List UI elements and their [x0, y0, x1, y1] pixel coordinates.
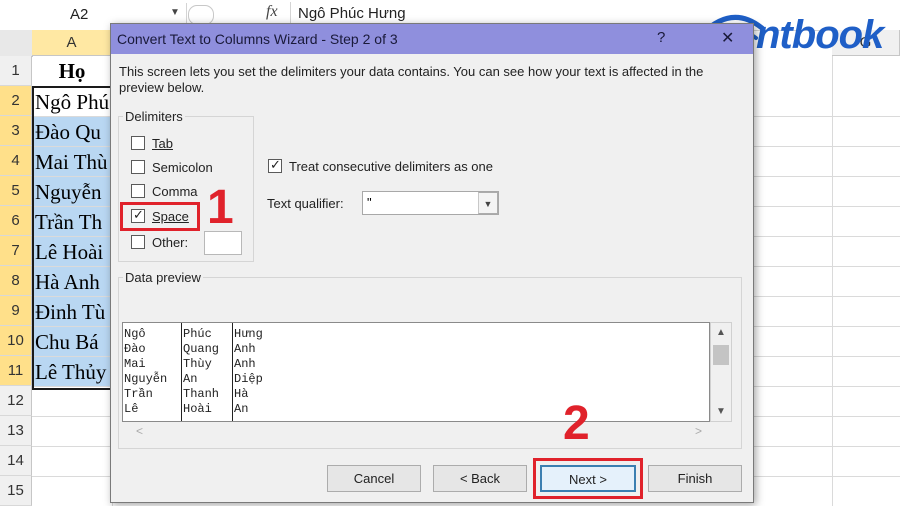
data-preview-label: Data preview [123, 270, 203, 285]
annotation-highlight-next [533, 458, 643, 499]
name-box-value: A2 [70, 6, 89, 23]
row-header-14[interactable]: 14 [0, 446, 32, 476]
column-divider [232, 323, 233, 421]
chevron-down-icon[interactable]: ▼ [478, 192, 498, 214]
check-icon: ✓ [270, 157, 281, 172]
consecutive-checkbox-box[interactable]: ✓ [268, 157, 282, 173]
dialog-title: Convert Text to Columns Wizard - Step 2 … [117, 31, 398, 47]
scroll-down-icon[interactable]: ▼ [716, 406, 726, 417]
help-icon[interactable]: ? [657, 29, 665, 46]
row-header-13[interactable]: 13 [0, 416, 32, 446]
annotation-highlight-space [120, 202, 200, 231]
row-header-15[interactable]: 15 [0, 476, 32, 506]
logo-text: ntbook [756, 13, 884, 57]
close-icon[interactable]: ✕ [721, 28, 734, 48]
tab-checkbox-box[interactable] [131, 136, 145, 150]
scroll-right-icon[interactable]: > [695, 424, 702, 438]
scroll-left-icon[interactable]: < [136, 424, 143, 438]
preview-cell: Hà [234, 387, 249, 401]
text-qualifier-select[interactable]: " ▼ [362, 191, 499, 215]
preview-cell: Mai [124, 357, 146, 371]
preview-horizontal-scrollbar[interactable]: < > [122, 422, 710, 440]
grid-line [832, 56, 833, 506]
preview-cell: Quang [183, 342, 220, 356]
row-header-11[interactable]: 11 [0, 356, 32, 386]
preview-cell: Thanh [183, 387, 220, 401]
other-checkbox-box[interactable] [131, 235, 145, 249]
insert-function-icon[interactable]: fx [266, 3, 278, 21]
dialog-description: This screen lets you set the delimiters … [119, 64, 704, 95]
data-preview-box[interactable]: Ngô Phúc Hưng Đào Quang Anh Mai Thùy Anh… [122, 322, 710, 422]
formula-bar-expand-icon[interactable] [188, 5, 214, 25]
text-to-columns-dialog: Convert Text to Columns Wizard - Step 2 … [110, 23, 754, 503]
row-header-2[interactable]: 2 [0, 86, 32, 116]
row-header-6[interactable]: 6 [0, 206, 32, 236]
row-header-8[interactable]: 8 [0, 266, 32, 296]
preview-cell: An [234, 402, 249, 416]
annotation-step-2: 2 [563, 397, 590, 450]
column-divider [181, 323, 182, 421]
cell-a1[interactable]: Họ [33, 57, 111, 85]
preview-cell: Phúc [183, 327, 212, 341]
scroll-up-icon[interactable]: ▲ [716, 327, 726, 338]
row-header-12[interactable]: 12 [0, 386, 32, 416]
comma-checkbox-box[interactable] [131, 184, 145, 198]
row-header-9[interactable]: 9 [0, 296, 32, 326]
comma-label: Comma [152, 184, 198, 199]
preview-cell: Đào [124, 342, 146, 356]
row-header-5[interactable]: 5 [0, 176, 32, 206]
preview-cell: Anh [234, 342, 256, 356]
annotation-step-1: 1 [207, 181, 234, 234]
preview-cell: Anh [234, 357, 256, 371]
preview-vertical-scrollbar[interactable]: ▲ ▼ [710, 322, 732, 422]
tab-label: Tab [152, 136, 173, 151]
delimiters-group-label: Delimiters [123, 109, 185, 124]
name-box-dropdown-icon[interactable]: ▼ [170, 7, 180, 18]
semicolon-label: Semicolon [152, 160, 213, 175]
preview-cell: Hưng [234, 327, 263, 341]
row-header-10[interactable]: 10 [0, 326, 32, 356]
semicolon-checkbox-box[interactable] [131, 160, 145, 174]
preview-cell: Nguyễn [124, 372, 168, 386]
other-label: Other: [152, 235, 189, 250]
consecutive-label: Treat consecutive delimiters as one [289, 159, 494, 174]
finish-button[interactable]: Finish [648, 465, 742, 492]
name-box[interactable]: A2 ▼ [0, 3, 187, 25]
selection-border [32, 86, 112, 390]
preview-cell: Ngô [124, 327, 146, 341]
text-qualifier-label: Text qualifier: [267, 196, 344, 211]
row-header-1[interactable]: 1 [0, 56, 32, 86]
dialog-title-bar: Convert Text to Columns Wizard - Step 2 … [111, 24, 753, 54]
row-header-4[interactable]: 4 [0, 146, 32, 176]
row-header-7[interactable]: 7 [0, 236, 32, 266]
formula-bar-input[interactable]: Ngô Phúc Hưng [298, 5, 406, 22]
preview-cell: Hoài [183, 402, 212, 416]
back-button[interactable]: < Back [433, 465, 527, 492]
scroll-thumb[interactable] [713, 345, 729, 365]
preview-cell: Trần [124, 387, 153, 401]
preview-cell: Diệp [234, 372, 263, 386]
row-header-3[interactable]: 3 [0, 116, 32, 146]
preview-cell: Lê [124, 402, 139, 416]
text-qualifier-value: " [367, 195, 372, 210]
column-header-a[interactable]: A [32, 30, 112, 56]
cancel-button[interactable]: Cancel [327, 465, 421, 492]
select-all-corner[interactable] [0, 30, 33, 57]
preview-cell: Thùy [183, 357, 212, 371]
preview-cell: An [183, 372, 198, 386]
